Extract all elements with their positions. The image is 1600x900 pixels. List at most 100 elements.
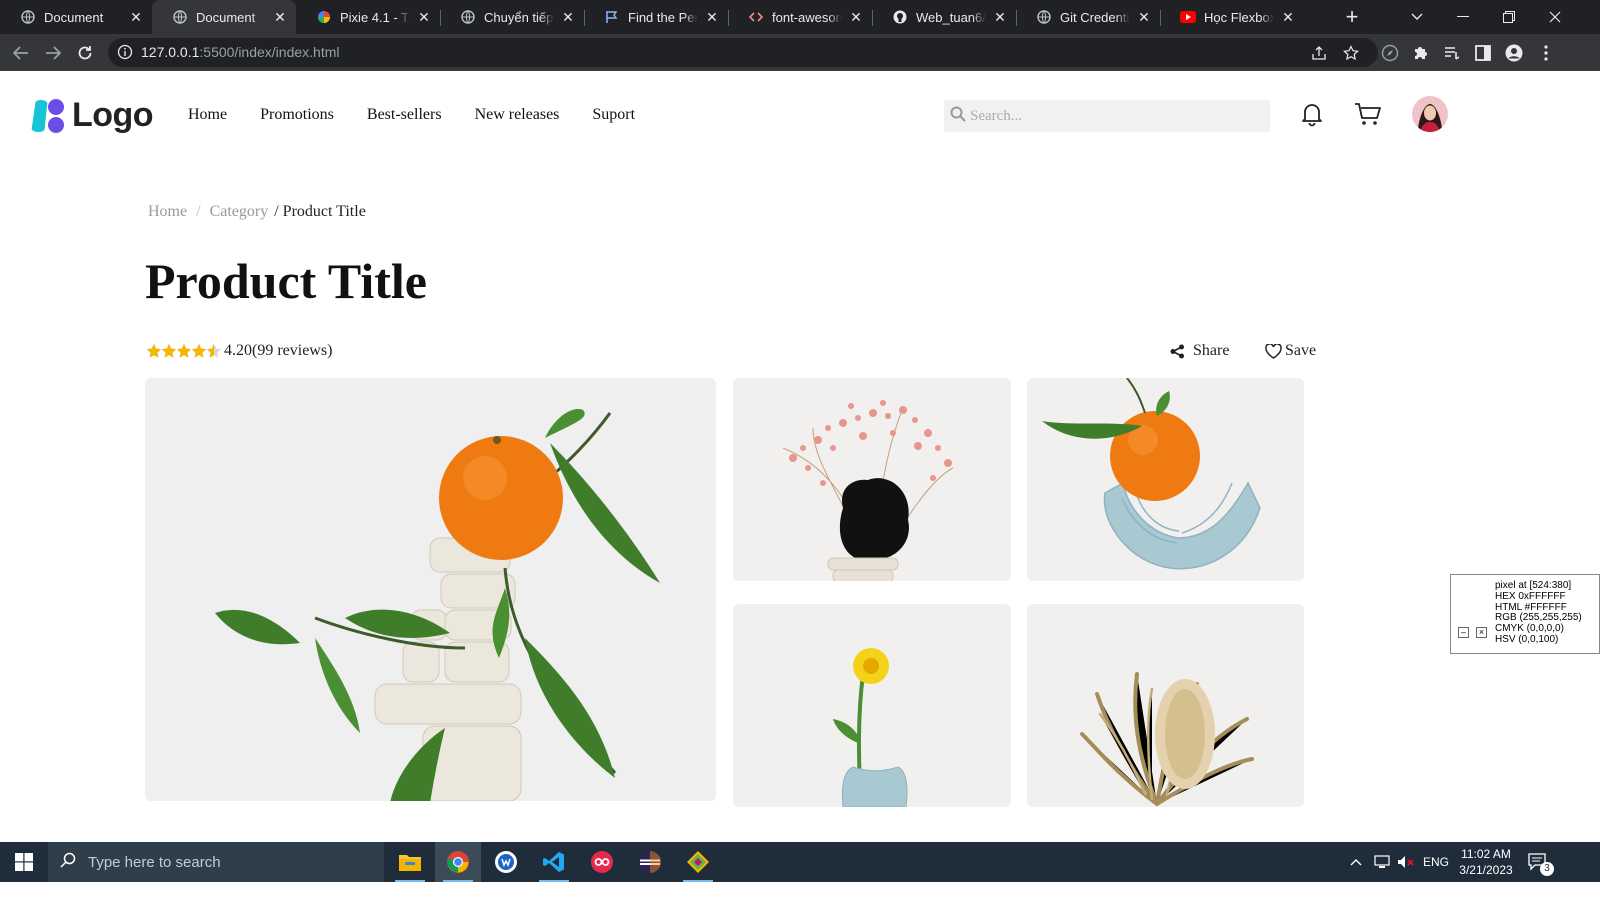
- save-button[interactable]: Save: [1265, 342, 1316, 360]
- reload-icon[interactable]: [72, 40, 98, 66]
- bookmark-star-icon[interactable]: [1342, 44, 1360, 62]
- close-tab-icon[interactable]: ✕: [272, 9, 288, 25]
- search-icon: [950, 106, 966, 127]
- compass-extension-icon[interactable]: [1380, 43, 1400, 63]
- address-bar[interactable]: 127.0.0.1:5500/index/index.html: [108, 38, 1378, 67]
- star-icons: [146, 343, 222, 358]
- vscode-icon[interactable]: [531, 842, 577, 882]
- edge-like-app-icon[interactable]: [483, 842, 529, 882]
- product-thumbnail-2[interactable]: [1027, 378, 1304, 581]
- close-tab-icon[interactable]: ✕: [992, 9, 1008, 25]
- product-thumbnail-4[interactable]: [1027, 604, 1304, 807]
- windows-taskbar: Type here to search ENG 11:02 AM 3/21/20…: [0, 842, 1600, 882]
- github-icon: [892, 9, 908, 25]
- breadcrumb: Home / Category / Product Title: [148, 203, 366, 221]
- color-picker-overlay: pixel at [524:380] HEX 0xFFFFFF HTML #FF…: [1450, 574, 1600, 654]
- share-page-icon[interactable]: [1310, 44, 1328, 62]
- windows-start-icon[interactable]: [0, 842, 48, 882]
- browser-tab-strip: Document ✕ Document ✕ Pixie 4.1 - Tiện í…: [0, 0, 1600, 34]
- reading-list-icon[interactable]: [1442, 43, 1462, 63]
- browser-tab[interactable]: Web_tuan6/letr ✕: [872, 0, 1016, 34]
- logo-mark-icon: [28, 97, 66, 135]
- search-box: [944, 100, 1270, 132]
- breadcrumb-home[interactable]: Home: [148, 203, 187, 221]
- breadcrumb-category[interactable]: Category: [210, 203, 269, 221]
- close-window-icon[interactable]: [1532, 0, 1578, 34]
- browser-tab[interactable]: Document ✕: [0, 0, 152, 34]
- share-button[interactable]: Share: [1170, 342, 1229, 360]
- cart-icon[interactable]: [1353, 99, 1383, 129]
- product-thumbnail-3[interactable]: [733, 604, 1011, 807]
- bell-icon[interactable]: [1297, 99, 1327, 129]
- tab-divider: [1016, 10, 1017, 26]
- site-logo[interactable]: Logo: [28, 96, 154, 135]
- minimize-icon[interactable]: [1440, 0, 1486, 34]
- eclipse-icon[interactable]: [627, 842, 673, 882]
- red-circle-app-icon[interactable]: [579, 842, 625, 882]
- git-app-icon[interactable]: [675, 842, 721, 882]
- tab-search-chevron-icon[interactable]: [1394, 0, 1440, 34]
- url-text: 127.0.0.1:5500/index/index.html: [141, 44, 339, 60]
- browser-tab[interactable]: Chuyển tiếp http ✕: [440, 0, 584, 34]
- close-tab-icon[interactable]: ✕: [1280, 9, 1296, 25]
- profile-icon[interactable]: [1504, 43, 1524, 63]
- globe-icon: [172, 9, 188, 25]
- nav-home[interactable]: Home: [188, 106, 227, 124]
- nav-new-releases[interactable]: New releases: [475, 106, 560, 124]
- picker-close-button[interactable]: ×: [1476, 627, 1487, 638]
- forward-arrow-icon[interactable]: [40, 40, 66, 66]
- nav-best-sellers[interactable]: Best-sellers: [367, 106, 442, 124]
- tab-divider: [1160, 10, 1161, 26]
- file-explorer-icon[interactable]: [387, 842, 433, 882]
- nav-promotions[interactable]: Promotions: [260, 106, 334, 124]
- clock-date: 3/21/2023: [1459, 863, 1513, 877]
- site-info-icon[interactable]: [117, 44, 133, 65]
- chrome-icon[interactable]: [435, 842, 481, 882]
- browser-tab[interactable]: Học Flexbox CSS ✕: [1160, 0, 1304, 34]
- close-tab-icon[interactable]: ✕: [1136, 9, 1152, 25]
- tab-title: Chuyển tiếp http: [484, 9, 554, 25]
- volume-muted-icon[interactable]: [1397, 842, 1415, 882]
- restore-icon[interactable]: [1486, 0, 1532, 34]
- system-clock[interactable]: 11:02 AM 3/21/2023: [1450, 846, 1522, 878]
- network-icon[interactable]: [1374, 842, 1392, 882]
- back-arrow-icon[interactable]: [8, 40, 34, 66]
- tab-divider: [872, 10, 873, 26]
- youtube-icon: [1180, 9, 1196, 25]
- taskbar-search[interactable]: Type here to search: [48, 842, 384, 882]
- flag-icon: [604, 9, 620, 25]
- tray-chevron-up-icon[interactable]: [1350, 842, 1362, 882]
- tab-divider: [584, 10, 585, 26]
- globe-icon: [20, 9, 36, 25]
- page-title: Product Title: [145, 253, 427, 309]
- browser-toolbar: 127.0.0.1:5500/index/index.html: [0, 34, 1600, 71]
- browser-tab[interactable]: font-awesome ✕: [728, 0, 872, 34]
- close-tab-icon[interactable]: ✕: [848, 9, 864, 25]
- side-panel-icon[interactable]: [1473, 43, 1493, 63]
- tab-title: Find the Perfect: [628, 9, 698, 25]
- close-tab-icon[interactable]: ✕: [128, 9, 144, 25]
- new-tab-button[interactable]: +: [1340, 5, 1364, 29]
- language-indicator[interactable]: ENG: [1423, 842, 1449, 882]
- tab-title: Pixie 4.1 - Tiện ích: [340, 9, 410, 25]
- extensions-puzzle-icon[interactable]: [1411, 43, 1431, 63]
- browser-tab[interactable]: Git Credential M ✕: [1016, 0, 1160, 34]
- browser-menu-icon[interactable]: [1536, 43, 1556, 63]
- browser-tab-active[interactable]: Document ✕: [152, 0, 296, 34]
- product-thumbnail-1[interactable]: [733, 378, 1011, 581]
- nav-support[interactable]: Suport: [592, 106, 635, 124]
- browser-tab[interactable]: Pixie 4.1 - Tiện ích ✕: [296, 0, 440, 34]
- picker-minimize-button[interactable]: –: [1458, 627, 1469, 638]
- browser-tab[interactable]: Find the Perfect ✕: [584, 0, 728, 34]
- notification-center-icon[interactable]: 3: [1528, 842, 1562, 882]
- close-tab-icon[interactable]: ✕: [704, 9, 720, 25]
- url-path: :5500/index/index.html: [199, 44, 340, 60]
- search-input[interactable]: [970, 107, 1250, 125]
- close-tab-icon[interactable]: ✕: [560, 9, 576, 25]
- close-tab-icon[interactable]: ✕: [416, 9, 432, 25]
- globe-icon: [460, 9, 476, 25]
- share-icon: [1170, 344, 1185, 359]
- rating-text: 4.20(99 reviews): [224, 342, 333, 359]
- product-main-image[interactable]: [145, 378, 716, 801]
- avatar[interactable]: [1412, 96, 1448, 132]
